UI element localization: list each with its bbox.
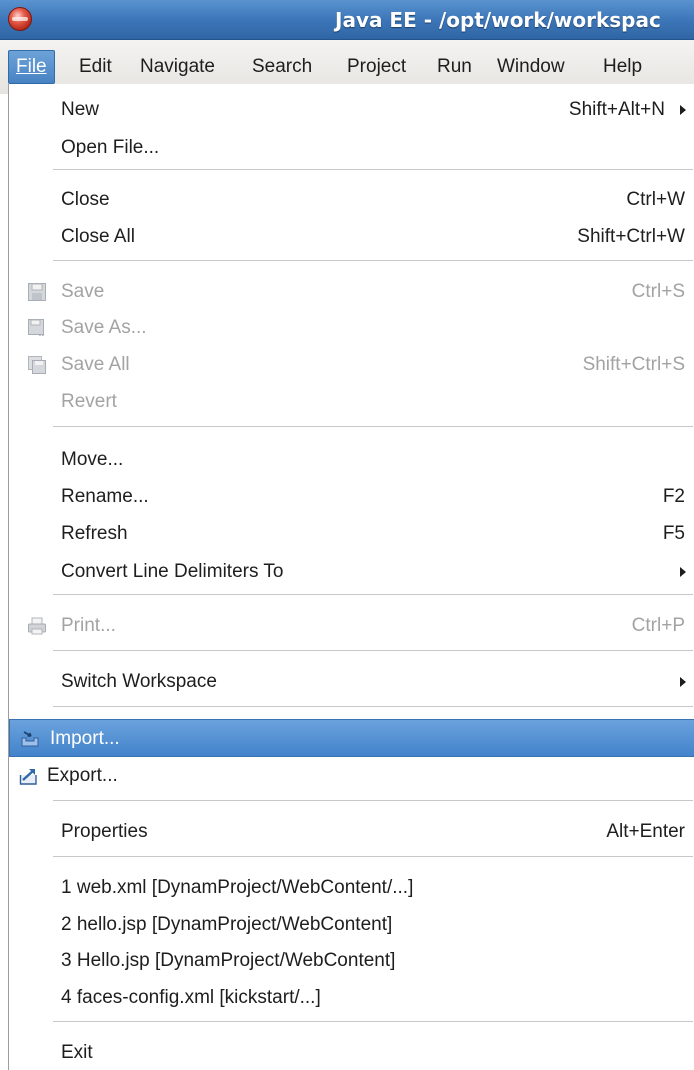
menu-item-export[interactable]: Export... <box>11 758 694 794</box>
menu-window[interactable]: Window <box>490 50 572 84</box>
menu-separator <box>53 169 693 171</box>
file-menu-dropdown: New Shift+Alt+N Open File... Close Ctrl+… <box>8 84 694 1070</box>
menu-separator <box>53 260 693 262</box>
menu-item-save-all[interactable]: Save All Shift+Ctrl+S <box>11 347 694 383</box>
menu-item-label: Refresh <box>61 523 128 544</box>
menu-item-label: 3 Hello.jsp [DynamProject/WebContent] <box>61 950 396 971</box>
export-icon <box>19 769 37 785</box>
shortcut-label: Ctrl+W <box>626 189 685 210</box>
submenu-arrow-icon <box>680 677 686 687</box>
menu-item-close-all[interactable]: Close All Shift+Ctrl+W <box>11 219 694 255</box>
printer-icon <box>28 617 46 635</box>
recent-file-1[interactable]: 1 web.xml [DynamProject/WebContent/...] <box>11 870 694 906</box>
import-icon <box>21 731 39 747</box>
eclipse-app-icon[interactable] <box>8 7 32 31</box>
save-icon <box>28 283 46 301</box>
menu-item-properties[interactable]: Properties Alt+Enter <box>11 814 694 850</box>
menu-run[interactable]: Run <box>430 50 479 84</box>
menu-item-label: Close All <box>61 226 135 247</box>
menu-item-label: Convert Line Delimiters To <box>61 561 284 582</box>
menu-item-import[interactable]: Import... <box>9 719 694 757</box>
menu-item-save-as[interactable]: Save As... <box>11 310 694 346</box>
menu-item-label: Revert <box>61 391 117 412</box>
menu-item-label: Save <box>61 281 105 302</box>
menu-help[interactable]: Help <box>596 50 649 84</box>
shortcut-label: Shift+Ctrl+S <box>582 354 685 375</box>
menu-item-label: Save As... <box>61 317 147 338</box>
shortcut-label: Ctrl+S <box>631 281 685 302</box>
menu-separator <box>53 856 693 858</box>
recent-file-4[interactable]: 4 faces-config.xml [kickstart/...] <box>11 980 694 1016</box>
menu-item-label: Switch Workspace <box>61 671 217 692</box>
menu-item-label: Export... <box>47 765 118 786</box>
recent-file-3[interactable]: 3 Hello.jsp [DynamProject/WebContent] <box>11 943 694 979</box>
save-all-icon <box>28 356 46 374</box>
menu-project[interactable]: Project <box>340 50 413 84</box>
menu-separator <box>53 594 693 596</box>
menu-item-label: Properties <box>61 821 148 842</box>
menu-item-label: New <box>61 99 100 120</box>
menu-item-rename[interactable]: Rename... F2 <box>11 479 694 515</box>
menu-separator <box>53 800 693 802</box>
shortcut-label: Ctrl+P <box>631 615 685 636</box>
menu-item-label: Import... <box>50 728 120 749</box>
menu-item-print[interactable]: Print... Ctrl+P <box>11 608 694 644</box>
menu-item-label: Open File... <box>61 137 160 158</box>
recent-file-2[interactable]: 2 hello.jsp [DynamProject/WebContent] <box>11 907 694 943</box>
title-bar: Java EE - /opt/work/workspac <box>0 0 694 40</box>
menu-item-label: Print... <box>61 615 116 636</box>
menu-item-label: 4 faces-config.xml [kickstart/...] <box>61 987 321 1008</box>
save-as-icon <box>28 319 44 336</box>
menu-item-label: Save All <box>61 354 130 375</box>
menu-item-label: 1 web.xml [DynamProject/WebContent/...] <box>61 877 414 898</box>
submenu-arrow-icon <box>680 567 686 577</box>
menu-edit[interactable]: Edit <box>72 50 119 84</box>
shortcut-label: Shift+Ctrl+W <box>577 226 685 247</box>
menu-item-switch-workspace[interactable]: Switch Workspace <box>11 664 694 700</box>
menu-separator <box>53 650 693 652</box>
shortcut-label: F2 <box>662 486 685 507</box>
menu-item-convert-line-delimiters[interactable]: Convert Line Delimiters To <box>11 554 694 590</box>
shortcut-label: Alt+Enter <box>606 821 685 842</box>
menu-separator <box>53 1021 693 1023</box>
menu-item-new[interactable]: New Shift+Alt+N <box>11 92 694 128</box>
shortcut-label: Shift+Alt+N <box>568 99 665 120</box>
shortcut-label: F5 <box>662 523 685 544</box>
submenu-arrow-icon <box>680 105 686 115</box>
menu-search[interactable]: Search <box>245 50 319 84</box>
menu-item-label: Move... <box>61 449 124 470</box>
menu-item-revert[interactable]: Revert <box>11 384 694 420</box>
menu-item-exit[interactable]: Exit <box>11 1035 694 1070</box>
menu-file[interactable]: File <box>8 50 55 84</box>
menu-item-open-file[interactable]: Open File... <box>11 130 694 166</box>
menu-navigate[interactable]: Navigate <box>133 50 222 84</box>
menu-item-label: Close <box>61 189 110 210</box>
menu-item-refresh[interactable]: Refresh F5 <box>11 516 694 552</box>
menu-item-label: Rename... <box>61 486 149 507</box>
menu-separator <box>53 426 693 428</box>
menu-item-label: Exit <box>61 1042 93 1063</box>
menu-item-label: 2 hello.jsp [DynamProject/WebContent] <box>61 914 393 935</box>
menu-separator <box>53 706 693 708</box>
menu-item-save[interactable]: Save Ctrl+S <box>11 274 694 310</box>
window-title: Java EE - /opt/work/workspac <box>335 8 661 32</box>
menu-item-close[interactable]: Close Ctrl+W <box>11 182 694 218</box>
menu-item-move[interactable]: Move... <box>11 442 694 478</box>
